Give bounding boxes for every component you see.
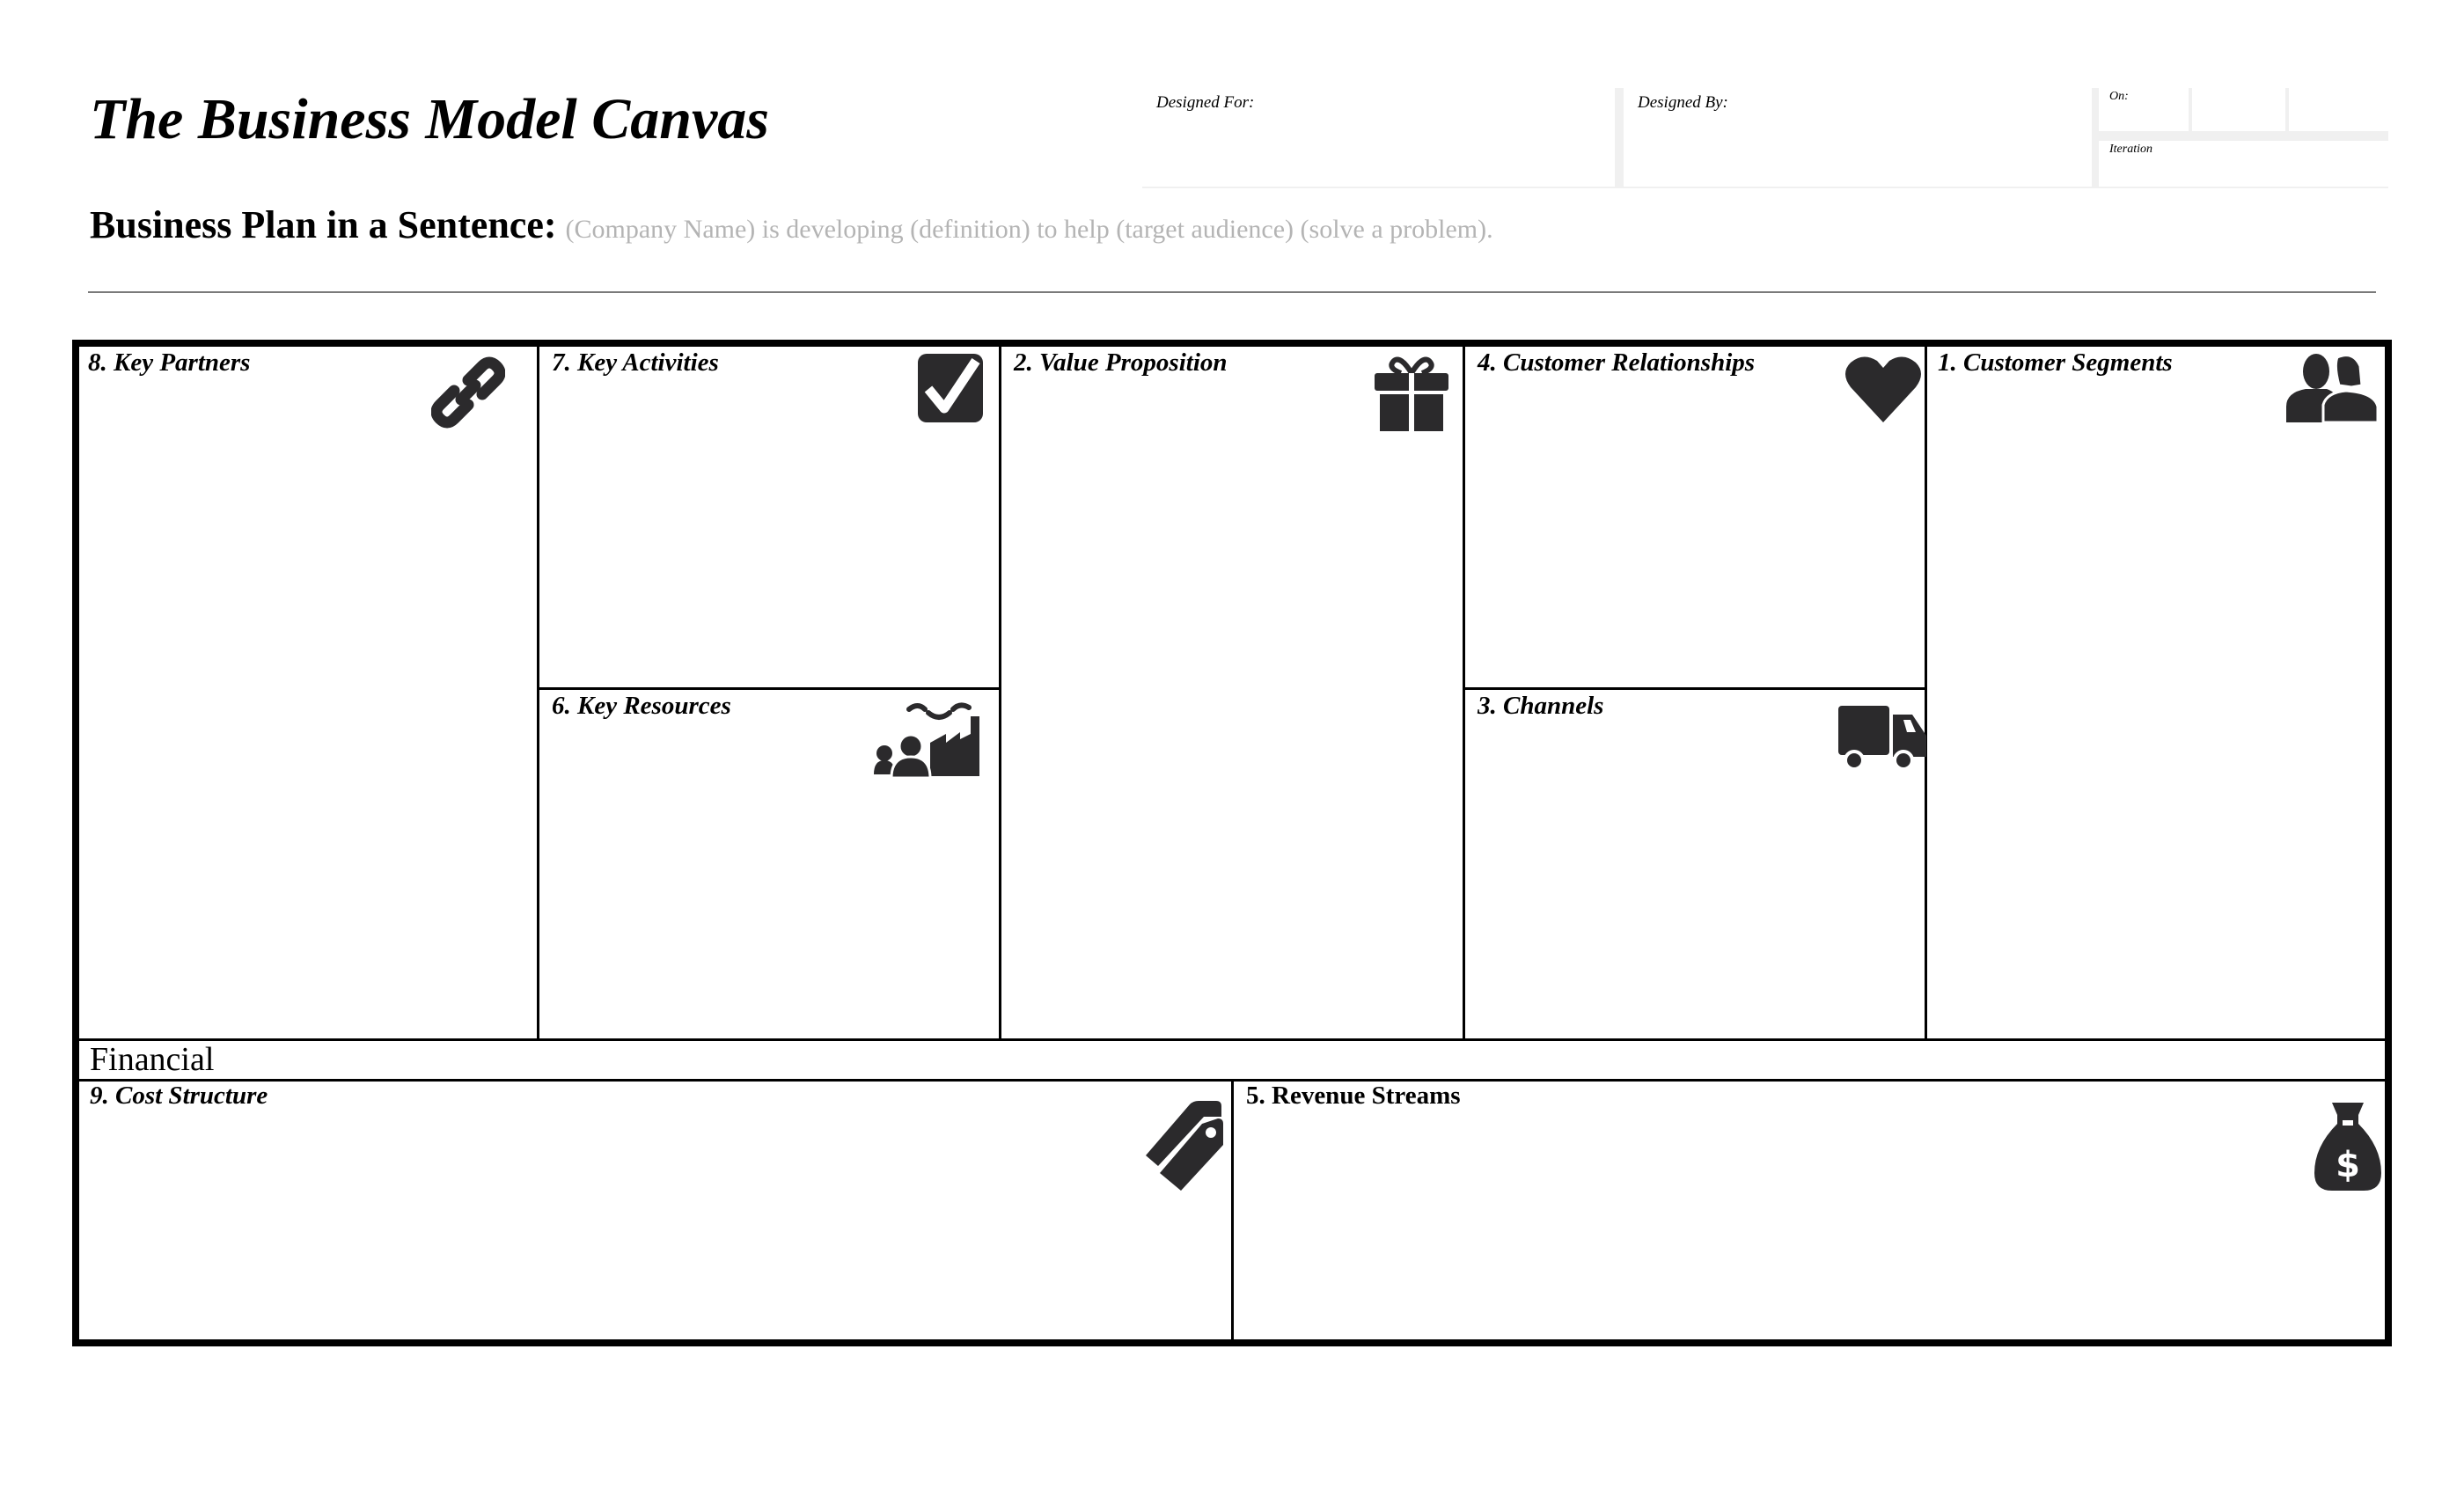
- channels-block[interactable]: 3. Channels: [1465, 690, 1926, 1038]
- customer-relationships-label: 4. Customer Relationships: [1478, 348, 1756, 377]
- business-model-canvas: 8. Key Partners 7. Key Activities 6. Key…: [72, 340, 2392, 1346]
- cost-structure-block[interactable]: 9. Cost Structure: [79, 1082, 1231, 1339]
- svg-text:$: $: [2336, 1145, 2360, 1185]
- designed-by-label: Designed By:: [1638, 93, 1728, 112]
- heart-icon: [1845, 356, 1921, 422]
- factory-people-icon: [872, 699, 981, 780]
- value-proposition-label: 2. Value Proposition: [1014, 348, 1228, 377]
- link-icon: [431, 354, 505, 431]
- on-date-field[interactable]: On:: [2099, 88, 2189, 131]
- key-partners-block[interactable]: 8. Key Partners: [79, 347, 537, 1038]
- gift-icon: [1375, 356, 1448, 431]
- meta-info-table: Designed For: Designed By: On: Iteration: [1142, 88, 2388, 188]
- key-activities-block[interactable]: 7. Key Activities: [539, 347, 999, 687]
- revenue-streams-label: 5. Revenue Streams: [1246, 1082, 1461, 1110]
- people-icon: [2284, 354, 2380, 422]
- value-proposition-block[interactable]: 2. Value Proposition: [1001, 347, 1463, 1038]
- revenue-streams-block[interactable]: 5. Revenue Streams $: [1234, 1082, 2385, 1339]
- iteration-label: Iteration: [2109, 143, 2152, 156]
- customer-segments-label: 1. Customer Segments: [1938, 348, 2173, 377]
- key-resources-block[interactable]: 6. Key Resources: [539, 690, 999, 1038]
- checkbox-icon: [918, 354, 985, 424]
- financial-heading: Financial: [90, 1041, 215, 1078]
- customer-relationships-block[interactable]: 4. Customer Relationships: [1465, 347, 1925, 687]
- iteration-field[interactable]: Iteration: [2099, 141, 2388, 187]
- designed-by-field[interactable]: Designed By:: [1624, 88, 2092, 187]
- designed-for-label: Designed For:: [1156, 93, 1255, 112]
- customer-segments-block[interactable]: 1. Customer Segments: [1927, 347, 2385, 1038]
- truck-icon: [1838, 706, 1926, 773]
- page-title: The Business Model Canvas: [90, 87, 769, 151]
- header-divider: [88, 291, 2376, 293]
- price-tag-icon: [1146, 1101, 1225, 1191]
- sentence-label: Business Plan in a Sentence:: [90, 203, 557, 246]
- channels-label: 3. Channels: [1478, 692, 1604, 720]
- sentence-input[interactable]: (Company Name) is developing (definition…: [566, 215, 1493, 244]
- designed-for-field[interactable]: Designed For:: [1142, 88, 1615, 187]
- on-date-field-2[interactable]: [2192, 88, 2285, 131]
- key-resources-label: 6. Key Resources: [552, 692, 731, 720]
- divider: [79, 1038, 2385, 1041]
- key-partners-label: 8. Key Partners: [88, 348, 251, 377]
- key-activities-label: 7. Key Activities: [552, 348, 719, 377]
- on-date-field-3[interactable]: [2289, 88, 2388, 131]
- on-label: On:: [2109, 90, 2129, 103]
- business-plan-sentence: Business Plan in a Sentence: (Company Nam…: [90, 202, 1493, 247]
- money-bag-icon: $: [2314, 1103, 2381, 1192]
- cost-structure-label: 9. Cost Structure: [90, 1082, 268, 1110]
